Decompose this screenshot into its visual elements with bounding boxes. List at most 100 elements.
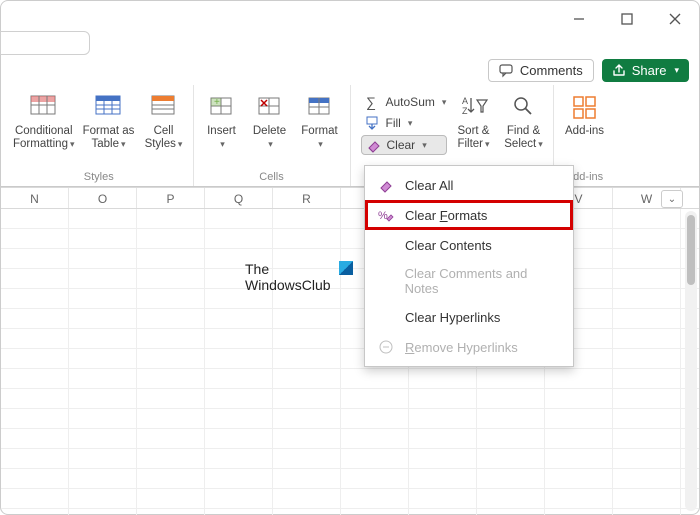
conditional-formatting-label-1: Conditional bbox=[15, 125, 73, 137]
sort-filter-button[interactable]: AZ Sort &Filter▾ bbox=[451, 89, 497, 169]
minimize-button[interactable] bbox=[569, 9, 589, 29]
column-header[interactable]: O bbox=[69, 188, 137, 208]
cells-group-label: Cells bbox=[259, 169, 283, 186]
blank-icon bbox=[377, 308, 395, 326]
share-label: Share bbox=[632, 63, 667, 78]
conditional-formatting-icon bbox=[28, 91, 60, 123]
windowsclub-logo-icon bbox=[339, 261, 353, 275]
menu-clear-all[interactable]: Clear All bbox=[365, 170, 573, 200]
menu-clear-comments-label: Clear Comments and Notes bbox=[405, 266, 561, 296]
vertical-scrollbar[interactable] bbox=[685, 211, 697, 511]
subbar: Comments Share ▾ bbox=[1, 55, 699, 85]
find-select-button[interactable]: Find &Select▾ bbox=[501, 89, 547, 169]
sigma-icon: ∑ bbox=[365, 94, 381, 110]
clear-dropdown-menu: Clear All % Clear Formats Clear Contents… bbox=[364, 165, 574, 367]
chevron-down-icon: ▾ bbox=[485, 139, 490, 149]
column-header-row: N O P Q R S T U V W ⌄ bbox=[1, 187, 699, 209]
comments-button[interactable]: Comments bbox=[488, 59, 594, 82]
chevron-down-icon: ▾ bbox=[674, 65, 679, 76]
menu-clear-hyperlinks[interactable]: Clear Hyperlinks bbox=[365, 302, 573, 332]
insert-cells-button[interactable]: + Insert ▾ bbox=[200, 89, 244, 169]
format-as-table-icon bbox=[93, 91, 125, 123]
menu-clear-comments: Clear Comments and Notes bbox=[365, 260, 573, 302]
chevron-down-icon: ▾ bbox=[220, 139, 225, 149]
fill-down-icon bbox=[365, 115, 381, 131]
insert-label: Insert bbox=[207, 125, 236, 137]
sort-filter-label-1: Sort & bbox=[458, 125, 490, 137]
chevron-down-icon: ▾ bbox=[422, 140, 427, 151]
delete-cells-icon bbox=[254, 91, 286, 123]
blank-icon bbox=[377, 272, 395, 290]
cell-styles-label-1: Cell bbox=[154, 125, 174, 137]
chevron-down-icon: ▾ bbox=[318, 139, 323, 149]
addins-label: Add-ins bbox=[565, 125, 604, 137]
format-as-table-button[interactable]: Format asTable▾ bbox=[81, 89, 137, 169]
collapse-ribbon-button[interactable]: ⌄ bbox=[661, 190, 683, 208]
clear-button[interactable]: Clear ▾ bbox=[361, 135, 447, 155]
delete-cells-button[interactable]: Delete ▾ bbox=[248, 89, 292, 169]
menu-remove-hyperlinks: Remove Hyperlinks bbox=[365, 332, 573, 362]
menu-clear-hyperlinks-label: Clear Hyperlinks bbox=[405, 310, 500, 325]
format-as-table-label-2: Table bbox=[91, 138, 119, 150]
svg-text:∑: ∑ bbox=[366, 94, 376, 110]
autosum-label: AutoSum bbox=[386, 95, 435, 109]
remove-hyperlink-icon bbox=[377, 338, 395, 356]
conditional-formatting-label-2: Formatting bbox=[13, 138, 68, 150]
sort-filter-label-2: Filter bbox=[457, 138, 483, 150]
cell-styles-label-2: Styles bbox=[145, 138, 176, 150]
column-header[interactable]: Q bbox=[205, 188, 273, 208]
styles-group-label: Styles bbox=[84, 169, 114, 186]
format-label: Format bbox=[301, 125, 337, 137]
share-button[interactable]: Share ▾ bbox=[602, 59, 689, 82]
maximize-button[interactable] bbox=[617, 9, 637, 29]
fill-label: Fill bbox=[386, 116, 401, 130]
chevron-down-icon: ▾ bbox=[442, 97, 447, 108]
format-cells-icon bbox=[304, 91, 336, 123]
blank-icon bbox=[377, 236, 395, 254]
worksheet-grid[interactable]: The WindowsClub bbox=[1, 209, 699, 515]
find-select-icon bbox=[508, 91, 540, 123]
ribbon-tabstrip bbox=[1, 37, 699, 55]
scrollbar-thumb[interactable] bbox=[687, 215, 695, 285]
cell-styles-icon bbox=[148, 91, 180, 123]
menu-clear-all-label: Clear All bbox=[405, 178, 453, 193]
format-cells-button[interactable]: Format ▾ bbox=[296, 89, 344, 169]
sort-filter-icon: AZ bbox=[458, 91, 490, 123]
format-as-table-label-1: Format as bbox=[83, 125, 135, 137]
menu-clear-formats[interactable]: % Clear Formats bbox=[365, 200, 573, 230]
svg-text:%: % bbox=[378, 210, 388, 222]
clear-label: Clear bbox=[387, 138, 416, 152]
watermark: The WindowsClub bbox=[245, 261, 331, 293]
autosum-button[interactable]: ∑ AutoSum ▾ bbox=[361, 93, 447, 111]
fill-button[interactable]: Fill▾ bbox=[361, 114, 447, 132]
clear-formats-icon: % bbox=[377, 206, 395, 224]
ribbon: ConditionalFormatting▾ Format asTable▾ C… bbox=[1, 85, 699, 187]
addins-button[interactable]: Add-ins bbox=[560, 89, 610, 169]
find-select-label-1: Find & bbox=[507, 125, 540, 137]
window-titlebar bbox=[1, 1, 699, 37]
menu-clear-contents-label: Clear Contents bbox=[405, 238, 492, 253]
eraser-icon bbox=[377, 176, 395, 194]
menu-remove-hyperlinks-label: Remove Hyperlinks bbox=[405, 340, 518, 355]
comments-label: Comments bbox=[520, 63, 583, 78]
ribbon-group-styles: ConditionalFormatting▾ Format asTable▾ C… bbox=[5, 85, 194, 186]
chevron-down-icon: ▾ bbox=[121, 139, 126, 149]
chevron-down-icon: ▾ bbox=[178, 139, 183, 149]
tab-stub[interactable] bbox=[0, 31, 90, 55]
comment-icon bbox=[499, 63, 514, 78]
svg-text:+: + bbox=[214, 97, 220, 108]
insert-cells-icon: + bbox=[206, 91, 238, 123]
addins-icon bbox=[569, 91, 601, 123]
column-header[interactable]: P bbox=[137, 188, 205, 208]
column-header[interactable]: R bbox=[273, 188, 341, 208]
cell-styles-button[interactable]: CellStyles▾ bbox=[141, 89, 187, 169]
svg-text:Z: Z bbox=[462, 106, 468, 116]
conditional-formatting-button[interactable]: ConditionalFormatting▾ bbox=[11, 89, 77, 169]
column-header[interactable]: N bbox=[1, 188, 69, 208]
menu-clear-formats-label: Clear Formats bbox=[405, 208, 487, 223]
chevron-down-icon: ▾ bbox=[268, 139, 273, 149]
watermark-line-2: WindowsClub bbox=[245, 277, 331, 293]
menu-clear-contents[interactable]: Clear Contents bbox=[365, 230, 573, 260]
delete-label: Delete bbox=[253, 125, 286, 137]
close-button[interactable] bbox=[665, 9, 685, 29]
